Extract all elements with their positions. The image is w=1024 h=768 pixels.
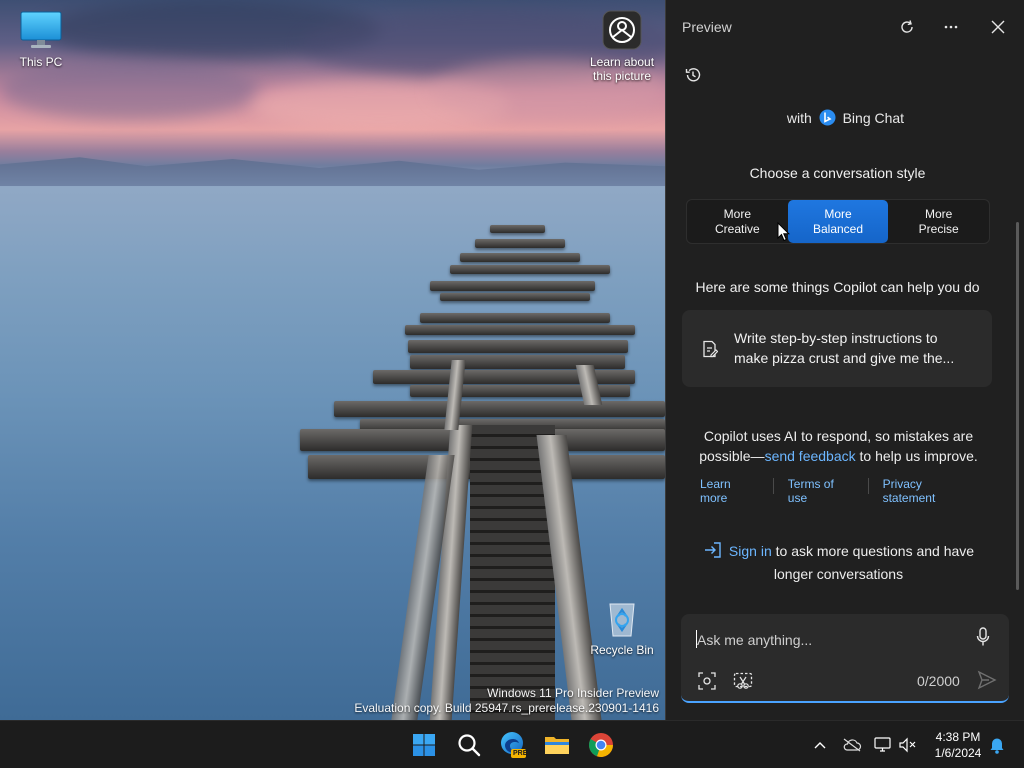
panel-header: Preview — [666, 0, 1024, 54]
sign-in-icon — [703, 541, 723, 564]
refresh-icon — [901, 20, 913, 33]
folder-icon — [545, 737, 569, 754]
cloud — [0, 60, 260, 120]
mountain-range — [0, 157, 665, 186]
volume-muted-icon — [899, 737, 916, 753]
history-icon — [685, 68, 701, 82]
recycle-bin-icon — [609, 603, 635, 637]
chat-input-box: 0/2000 — [681, 614, 1009, 703]
close-icon — [991, 20, 1005, 34]
watermark-edition: Windows 11 Pro Insider Preview — [487, 686, 659, 700]
close-button[interactable] — [983, 13, 1013, 41]
clock-time: 4:38 PM — [935, 730, 981, 744]
edge-badge-text: PRE — [513, 750, 528, 757]
snip-button[interactable] — [731, 670, 755, 692]
suggestion-card[interactable]: Write step-by-step instructions to make … — [682, 310, 992, 387]
search-button[interactable] — [455, 731, 483, 759]
history-button[interactable] — [680, 62, 706, 88]
conversation-style-selector: More Creative More Balanced More Precise — [686, 199, 990, 244]
build-watermark: Windows 11 Pro Insider Preview Evaluatio… — [354, 686, 659, 716]
terms-of-use-link[interactable]: Terms of use — [774, 477, 868, 505]
watermark-build: Evaluation copy. Build 25947.rs_prerelea… — [354, 701, 659, 715]
volume-tray-button[interactable] — [897, 734, 919, 756]
chevron-up-icon — [814, 742, 826, 749]
windows-start-icon — [413, 734, 435, 756]
network-tray-button[interactable] — [872, 734, 894, 756]
show-hidden-icons-button[interactable] — [809, 734, 831, 756]
help-title: Here are some things Copilot can help yo… — [695, 279, 980, 295]
pier-board — [460, 253, 580, 262]
network-icon — [874, 737, 891, 752]
conversation-style-title: Choose a conversation style — [749, 165, 926, 181]
pier-board — [450, 265, 610, 274]
ai-disclaimer: Copilot uses AI to respond, so mistakes … — [686, 426, 991, 466]
refresh-button[interactable] — [892, 13, 922, 41]
more-options-button[interactable] — [936, 13, 966, 41]
microphone-button[interactable] — [976, 627, 990, 652]
camera-scan-icon — [698, 672, 716, 690]
send-feedback-link[interactable]: send feedback — [765, 448, 856, 464]
clock-date: 1/6/2024 — [934, 746, 982, 760]
camera-info-icon — [602, 10, 642, 50]
bell-icon — [990, 738, 1004, 754]
taskbar-file-explorer[interactable] — [543, 731, 571, 759]
pier-board — [334, 401, 665, 417]
desktop-wallpaper: This PC Learn about this picture Recycle… — [0, 0, 665, 720]
suggestion-text: Write step-by-step instructions to make … — [734, 330, 955, 366]
more-icon — [944, 25, 958, 29]
pier-board — [405, 325, 635, 335]
taskbar: PRE 4:38 PM 1/6/2024 — [0, 720, 1024, 768]
panel-scrollbar[interactable] — [1016, 222, 1019, 590]
style-more-creative-button[interactable]: More Creative — [687, 200, 788, 243]
desktop-icon-label: Recycle Bin — [590, 643, 654, 657]
snip-icon — [733, 672, 753, 689]
disclaimer-text-end: to help us improve. — [855, 448, 978, 464]
screenshot-button[interactable] — [695, 670, 719, 692]
pier-board — [408, 340, 628, 353]
sign-in-prompt: Sign in to ask more questions and have l… — [686, 541, 991, 584]
microphone-icon — [976, 627, 990, 646]
bing-logo-icon — [819, 109, 836, 129]
taskbar-edge-beta[interactable]: PRE — [499, 731, 527, 759]
panel-title: Preview — [682, 19, 732, 35]
pier-board — [420, 313, 610, 323]
desktop-icon-learn-about-picture[interactable]: Learn about this picture — [582, 10, 662, 83]
brand-prefix: with — [786, 110, 812, 126]
send-button[interactable] — [977, 670, 997, 695]
ask-input[interactable] — [695, 628, 969, 652]
text-caret — [696, 630, 697, 648]
computer-icon — [20, 11, 62, 48]
pier-board — [475, 239, 565, 248]
taskbar-chrome[interactable] — [587, 731, 615, 759]
chrome-icon — [589, 733, 613, 757]
document-edit-icon — [702, 340, 719, 363]
taskbar-clock[interactable]: 4:38 PM 1/6/2024 — [928, 729, 988, 761]
pier-board — [490, 225, 545, 233]
copilot-panel: Preview with Bing Chat Choose a conversa… — [665, 0, 1024, 720]
privacy-statement-link[interactable]: Privacy statement — [869, 477, 988, 505]
desktop-icon-label: This PC — [19, 55, 63, 69]
bing-chat-brand: with Bing Chat — [666, 109, 1024, 129]
search-icon — [458, 734, 481, 757]
character-counter: 0/2000 — [917, 673, 960, 689]
pier-board — [440, 293, 590, 301]
legal-links: Learn more Terms of use Privacy statemen… — [686, 477, 988, 505]
mouse-cursor-icon — [777, 222, 791, 242]
sign-in-text: to ask more questions and have longer co… — [771, 543, 975, 582]
desktop-icon-recycle-bin[interactable]: Recycle Bin — [586, 598, 658, 657]
learn-more-link[interactable]: Learn more — [686, 477, 773, 505]
start-button[interactable] — [410, 731, 438, 759]
notifications-button[interactable] — [986, 734, 1008, 756]
sign-in-link[interactable]: Sign in — [729, 543, 772, 559]
pier-board — [430, 281, 595, 291]
desktop-icon-label: Learn about this picture — [589, 55, 655, 83]
send-icon — [977, 670, 997, 690]
onedrive-tray-button[interactable] — [841, 734, 863, 756]
brand-name: Bing Chat — [842, 110, 905, 126]
cloud-off-icon — [843, 738, 862, 752]
style-more-balanced-button[interactable]: More Balanced — [787, 200, 889, 243]
style-more-precise-button[interactable]: More Precise — [888, 200, 989, 243]
desktop-icon-this-pc[interactable]: This PC — [10, 10, 72, 69]
